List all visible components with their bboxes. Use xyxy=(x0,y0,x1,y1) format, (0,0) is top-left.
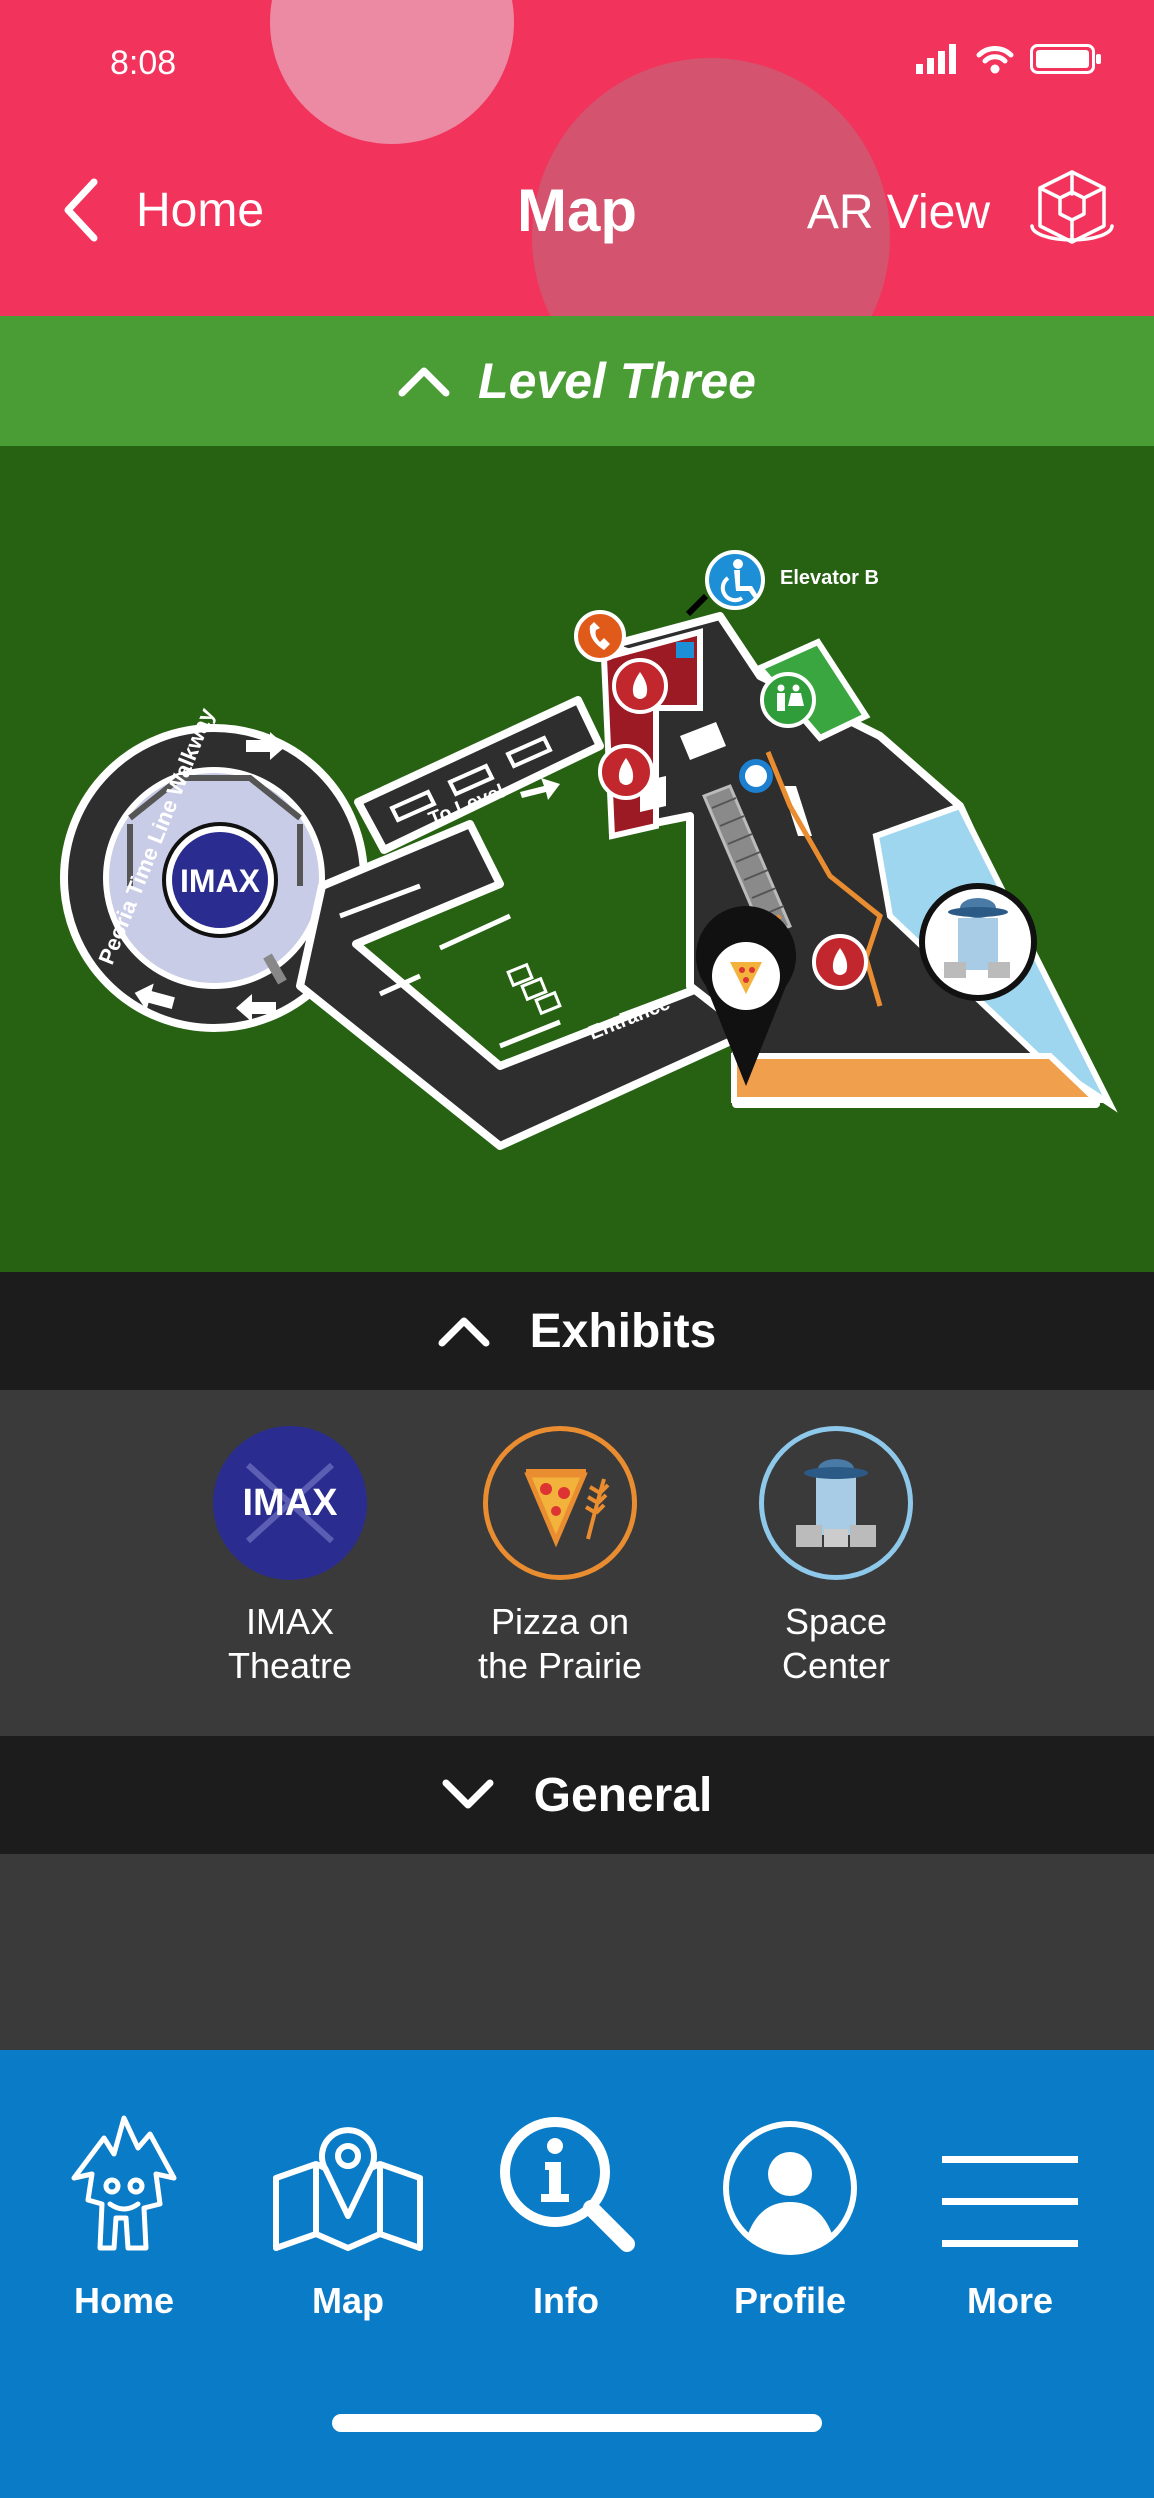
chevron-up-icon xyxy=(398,367,450,397)
imax-icon: IMAX xyxy=(213,1426,367,1580)
phone-icon[interactable] xyxy=(574,610,626,662)
tab-map[interactable]: Map xyxy=(248,2108,448,2322)
status-time: 8:08 xyxy=(110,44,177,82)
exhibit-imax-theatre[interactable]: IMAX IMAX Theatre xyxy=(170,1426,410,1688)
elevator-label: Elevator B xyxy=(780,567,879,589)
tab-label: More xyxy=(966,2280,1053,2321)
battery-icon xyxy=(1030,44,1101,74)
top-header: 8:08 Home Map AR View xyxy=(0,0,1154,316)
general-panel xyxy=(0,1854,1154,2050)
tab-label: Home xyxy=(73,2280,175,2321)
wifi-icon xyxy=(976,46,1014,74)
map-pin-icon xyxy=(273,2127,423,2251)
imax-logo-text: IMAX xyxy=(243,1482,339,1524)
floor-map[interactable]: Elevator B IMAX Peoria Time Line Walkway… xyxy=(0,446,1154,1272)
status-icons xyxy=(916,44,1102,74)
exhibit-name-line1: Pizza on xyxy=(490,1601,630,1642)
tab-label: Info xyxy=(533,2280,599,2321)
exhibit-name-line1: IMAX xyxy=(245,1601,334,1642)
info-search-icon xyxy=(500,2117,635,2252)
general-section-header[interactable]: General xyxy=(0,1736,1154,1854)
exhibit-pizza-on-the-prairie[interactable]: Pizza on the Prairie xyxy=(440,1426,680,1688)
ar-cube-icon xyxy=(1030,170,1114,244)
general-section-label: General xyxy=(533,1768,713,1822)
exhibit-name-line1: Space xyxy=(784,1601,888,1642)
chevron-down-icon xyxy=(442,1779,494,1809)
exhibit-space-center[interactable]: Space Center xyxy=(716,1426,956,1688)
ar-view-button[interactable]: AR View xyxy=(807,164,1114,260)
tab-label: Profile xyxy=(733,2280,847,2321)
profile-icon xyxy=(723,2121,857,2255)
home-mascot-icon xyxy=(71,2115,177,2251)
exhibit-name-line2: Theatre xyxy=(227,1645,353,1686)
exhibits-panel: IMAX IMAX Theatre Pizza on the Prairie S… xyxy=(0,1390,1154,1736)
exhibits-section-header[interactable]: Exhibits xyxy=(0,1272,1154,1390)
level-selector[interactable]: Level Three xyxy=(0,316,1154,446)
fire-extinguisher-icon[interactable] xyxy=(612,658,668,714)
fire-extinguisher-icon[interactable] xyxy=(598,744,654,800)
exhibits-section-label: Exhibits xyxy=(529,1304,717,1358)
elevator-marker xyxy=(676,642,694,658)
tab-more[interactable]: More xyxy=(910,2108,1110,2322)
main-corridor xyxy=(296,820,746,1150)
exhibit-name-line2: the Prairie xyxy=(477,1645,643,1686)
tab-label: Map xyxy=(312,2280,384,2321)
space-center-map-icon[interactable] xyxy=(919,883,1037,1001)
pizza-icon xyxy=(483,1426,637,1580)
floor-plan: Elevator B IMAX Peoria Time Line Walkway… xyxy=(60,550,1118,1150)
corridor-to-level xyxy=(354,696,604,854)
chevron-up-icon xyxy=(438,1317,490,1347)
decorative-bubble xyxy=(270,0,514,144)
tab-profile[interactable]: Profile xyxy=(690,2108,890,2322)
cellular-signal-icon xyxy=(916,44,956,74)
fire-extinguisher-icon[interactable] xyxy=(812,934,868,990)
restroom-icon[interactable] xyxy=(760,672,816,728)
hamburger-menu-icon xyxy=(942,2156,1078,2247)
space-center-icon xyxy=(759,1426,913,1580)
ar-view-label: AR View xyxy=(806,185,990,239)
imax-map-label: IMAX xyxy=(180,863,261,899)
tab-info[interactable]: Info xyxy=(466,2108,666,2322)
info-point-marker[interactable] xyxy=(739,759,773,793)
exhibit-name-line2: Center xyxy=(781,1645,891,1686)
pizza-area xyxy=(731,1053,1104,1103)
home-indicator[interactable] xyxy=(332,2414,822,2432)
tab-home[interactable]: Home xyxy=(24,2108,224,2322)
level-label: Level Three xyxy=(478,353,756,409)
imax-map-icon[interactable]: IMAX xyxy=(162,822,278,938)
